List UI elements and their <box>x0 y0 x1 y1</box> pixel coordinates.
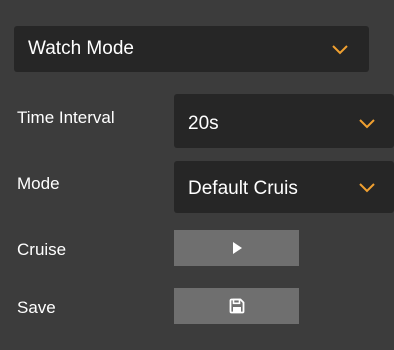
watch-mode-select-value: Watch Mode <box>28 38 134 59</box>
time-interval-label: Time Interval <box>17 108 115 127</box>
chevron-down-icon <box>331 26 349 72</box>
watch-mode-select[interactable]: Watch Mode <box>14 26 369 72</box>
mode-select-value: Default Cruis <box>188 178 298 199</box>
save-button[interactable] <box>174 288 299 324</box>
cruise-play-button[interactable] <box>174 230 299 266</box>
chevron-down-icon <box>358 98 376 148</box>
time-interval-select-value: 20s <box>188 113 219 134</box>
play-icon <box>232 242 242 254</box>
save-icon <box>229 298 245 314</box>
cruise-label: Cruise <box>17 240 67 259</box>
mode-label: Mode <box>17 174 60 193</box>
chevron-down-icon <box>358 161 376 213</box>
time-interval-select[interactable]: 20s <box>174 94 394 148</box>
mode-select[interactable]: Default Cruis <box>174 161 394 213</box>
save-label: Save <box>17 298 56 317</box>
watch-mode-panel: Watch Mode Time Interval 20s Mode Defaul… <box>0 0 394 350</box>
